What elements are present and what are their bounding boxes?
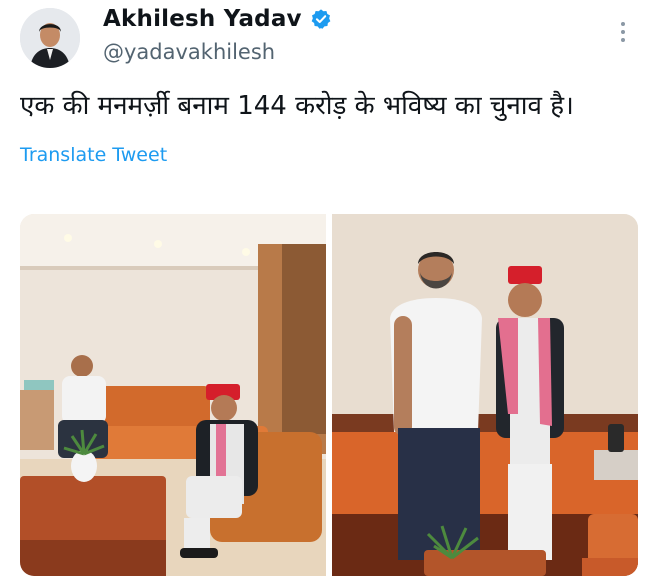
photo-left[interactable]	[20, 214, 326, 576]
media-grid	[20, 214, 638, 576]
author-name[interactable]: Akhilesh Yadav	[103, 6, 302, 32]
avatar[interactable]	[20, 8, 80, 68]
tweet-header: Akhilesh Yadav @yadavakhilesh	[0, 0, 657, 80]
author-name-row: Akhilesh Yadav	[103, 6, 332, 32]
verified-badge-icon	[311, 9, 331, 29]
photo-right[interactable]	[332, 214, 638, 576]
avatar-image	[20, 8, 80, 68]
more-vertical-icon[interactable]	[612, 18, 634, 48]
author-handle[interactable]: @yadavakhilesh	[103, 40, 275, 64]
translate-tweet-link[interactable]: Translate Tweet	[20, 144, 167, 166]
tweet-text: एक की मनमर्ज़ी बनाम 144 करोड़ के भविष्य …	[20, 91, 574, 121]
photo-right-image	[332, 214, 638, 576]
photo-left-image	[20, 214, 326, 576]
